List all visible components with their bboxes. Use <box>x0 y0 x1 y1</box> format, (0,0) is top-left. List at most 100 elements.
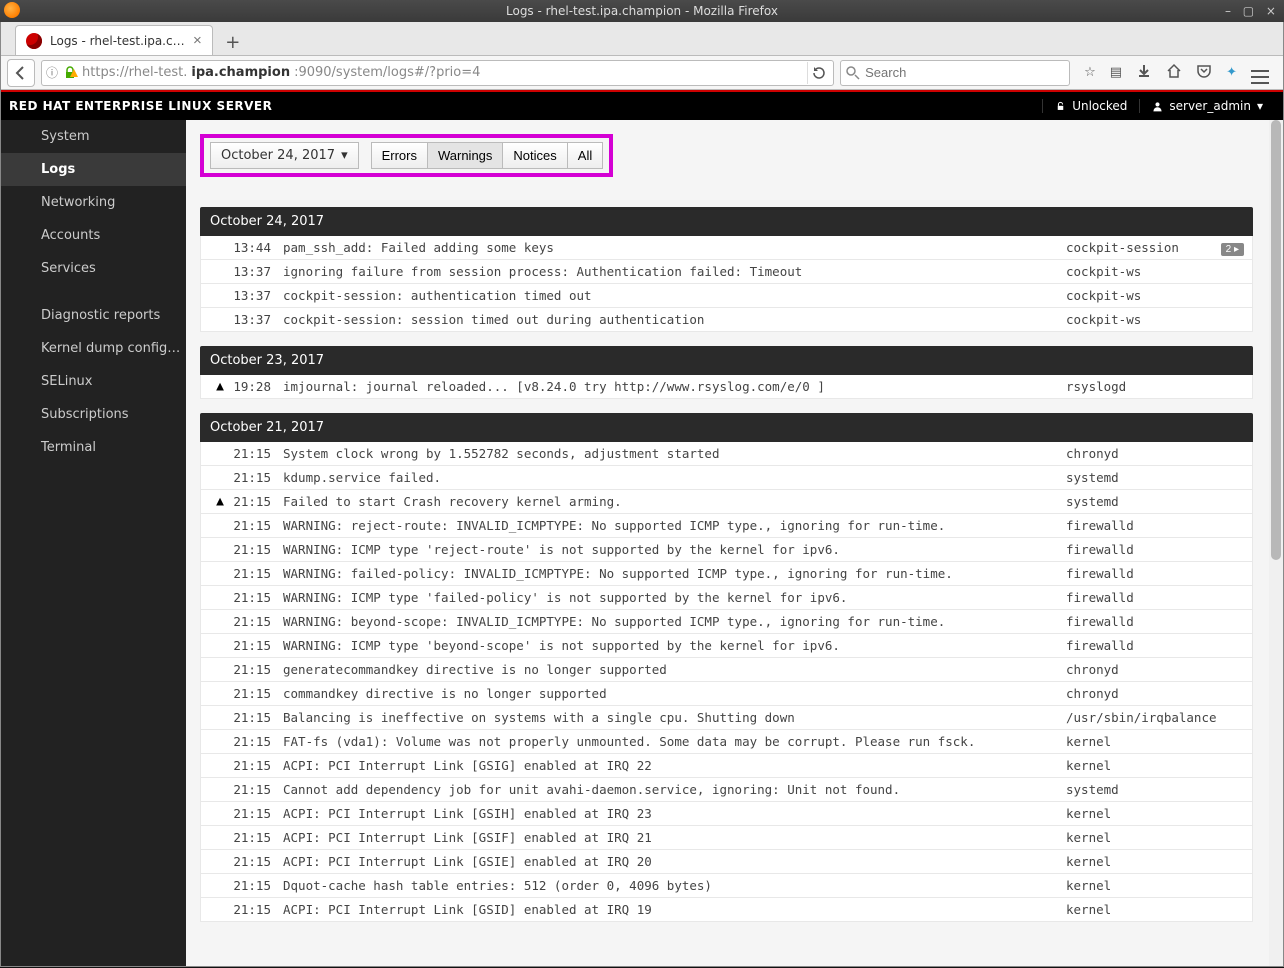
sidebar-item-services[interactable]: Services <box>1 252 186 285</box>
log-time: 21:15 <box>231 878 279 893</box>
downloads-icon[interactable] <box>1136 63 1152 83</box>
log-row[interactable]: 21:15System clock wrong by 1.552782 seco… <box>200 442 1253 466</box>
log-row[interactable]: ▲19:28imjournal: journal reloaded... [v8… <box>200 375 1253 399</box>
filter-notices-button[interactable]: Notices <box>502 143 566 168</box>
filter-all-button[interactable]: All <box>567 143 602 168</box>
log-source: cockpit-session <box>1058 240 1208 255</box>
addon-icon[interactable]: ✦ <box>1226 65 1237 80</box>
log-time: 21:15 <box>231 686 279 701</box>
log-row[interactable]: 21:15generatecommandkey directive is no … <box>200 658 1253 682</box>
sidebar: SystemLogsNetworkingAccountsServices Diag… <box>1 120 186 966</box>
log-row[interactable]: 13:44pam_ssh_add: Failed adding some key… <box>200 236 1253 260</box>
log-message: cockpit-session: session timed out durin… <box>279 312 1058 327</box>
sidebar-item-terminal[interactable]: Terminal <box>1 431 186 464</box>
sidebar-item-networking[interactable]: Networking <box>1 186 186 219</box>
log-message: Balancing is ineffective on systems with… <box>279 710 1058 725</box>
log-row[interactable]: 21:15ACPI: PCI Interrupt Link [GSIH] ena… <box>200 802 1253 826</box>
sidebar-item-selinux[interactable]: SELinux <box>1 365 186 398</box>
reload-icon <box>811 65 827 81</box>
reload-button[interactable] <box>807 62 829 84</box>
log-time: 21:15 <box>231 806 279 821</box>
log-time: 21:15 <box>231 830 279 845</box>
os-window-controls[interactable]: – ▢ × <box>1225 0 1280 22</box>
log-row[interactable]: 21:15WARNING: failed-policy: INVALID_ICM… <box>200 562 1253 586</box>
log-source: firewalld <box>1058 542 1208 557</box>
log-row[interactable]: ▲21:15Failed to start Crash recovery ker… <box>200 490 1253 514</box>
log-row[interactable]: 21:15ACPI: PCI Interrupt Link [GSIE] ena… <box>200 850 1253 874</box>
tab-title: Logs - rhel-test.ipa.cha <box>50 34 185 48</box>
browser-search[interactable] <box>840 60 1070 86</box>
log-row[interactable]: 21:15WARNING: beyond-scope: INVALID_ICMP… <box>200 610 1253 634</box>
log-day-header: October 21, 2017 <box>200 413 1253 442</box>
log-row[interactable]: 21:15ACPI: PCI Interrupt Link [GSIG] ena… <box>200 754 1253 778</box>
user-icon <box>1152 101 1163 112</box>
home-icon[interactable] <box>1166 63 1182 83</box>
privilege-lock[interactable]: Unlocked <box>1042 99 1139 113</box>
log-time: 21:15 <box>231 542 279 557</box>
log-row[interactable]: 21:15commandkey directive is no longer s… <box>200 682 1253 706</box>
url-scheme: https://rhel-test. <box>82 65 187 80</box>
warning-icon: ▲ <box>209 379 231 394</box>
log-row[interactable]: 21:15WARNING: ICMP type 'beyond-scope' i… <box>200 634 1253 658</box>
scrollbar[interactable] <box>1269 120 1283 966</box>
bookmark-star-icon[interactable]: ☆ <box>1084 65 1096 80</box>
log-message: Failed to start Crash recovery kernel ar… <box>279 494 1058 509</box>
tab-close-icon[interactable]: × <box>193 32 202 49</box>
log-time: 21:15 <box>231 566 279 581</box>
log-message: WARNING: reject-route: INVALID_ICMPTYPE:… <box>279 518 1058 533</box>
date-dropdown-label: October 24, 2017 <box>221 148 335 163</box>
log-source: kernel <box>1058 806 1208 821</box>
filter-warnings-button[interactable]: Warnings <box>427 143 502 168</box>
caret-down-icon: ▾ <box>1257 99 1263 113</box>
log-row[interactable]: 13:37ignoring failure from session proce… <box>200 260 1253 284</box>
new-tab-button[interactable]: + <box>219 29 247 55</box>
sidebar-item-accounts[interactable]: Accounts <box>1 219 186 252</box>
scrollbar-thumb[interactable] <box>1271 120 1281 560</box>
filter-errors-button[interactable]: Errors <box>372 143 427 168</box>
url-path: :9090/system/logs#/?prio=4 <box>294 65 480 80</box>
log-row[interactable]: 21:15Dquot-cache hash table entries: 512… <box>200 874 1253 898</box>
url-input-hidden[interactable] <box>484 65 803 80</box>
cockpit-header: RED HAT ENTERPRISE LINUX SERVER Unlocked… <box>1 90 1283 120</box>
log-row[interactable]: 21:15ACPI: PCI Interrupt Link [GSIF] ena… <box>200 826 1253 850</box>
log-row[interactable]: 21:15WARNING: ICMP type 'failed-policy' … <box>200 586 1253 610</box>
log-source: rsyslogd <box>1058 379 1208 394</box>
log-row[interactable]: 13:37cockpit-session: authentication tim… <box>200 284 1253 308</box>
firefox-app-icon <box>4 2 20 18</box>
log-time: 21:15 <box>231 446 279 461</box>
log-time: 21:15 <box>231 590 279 605</box>
menu-button[interactable] <box>1251 61 1269 84</box>
content-area: October 24, 2017 ▾ ErrorsWarningsNotices… <box>186 120 1283 966</box>
back-button[interactable] <box>7 59 35 87</box>
browser-tab-active[interactable]: Logs - rhel-test.ipa.cha × <box>15 25 213 55</box>
user-menu[interactable]: server_admin ▾ <box>1139 99 1275 113</box>
pocket-icon[interactable] <box>1196 63 1212 83</box>
log-row[interactable]: 21:15WARNING: ICMP type 'reject-route' i… <box>200 538 1253 562</box>
log-row[interactable]: 21:15WARNING: reject-route: INVALID_ICMP… <box>200 514 1253 538</box>
url-bar[interactable]: ⓘ https://rhel-test.ipa.champion:9090/sy… <box>41 60 834 86</box>
log-time: 21:15 <box>231 662 279 677</box>
log-source: chronyd <box>1058 686 1208 701</box>
log-row[interactable]: 13:37cockpit-session: session timed out … <box>200 308 1253 332</box>
identity-block[interactable]: ⓘ <box>46 64 78 81</box>
log-source: systemd <box>1058 470 1208 485</box>
log-source: /usr/sbin/irqbalance <box>1058 710 1208 725</box>
log-row[interactable]: 21:15ACPI: PCI Interrupt Link [GSID] ena… <box>200 898 1253 922</box>
log-row[interactable]: 21:15Cannot add dependency job for unit … <box>200 778 1253 802</box>
sidebar-item-logs[interactable]: Logs <box>1 153 186 186</box>
log-row[interactable]: 21:15Balancing is ineffective on systems… <box>200 706 1253 730</box>
date-dropdown[interactable]: October 24, 2017 ▾ <box>210 142 359 169</box>
sidebar-item-kernel-dump-configura-[interactable]: Kernel dump configura… <box>1 332 186 365</box>
log-time: 21:15 <box>231 638 279 653</box>
log-time: 13:44 <box>231 240 279 255</box>
sidebar-item-diagnostic-reports[interactable]: Diagnostic reports <box>1 299 186 332</box>
search-input[interactable] <box>865 65 1065 80</box>
log-time: 21:15 <box>231 614 279 629</box>
sidebar-item-subscriptions[interactable]: Subscriptions <box>1 398 186 431</box>
hamburger-icon <box>1251 70 1269 84</box>
log-row[interactable]: 21:15kdump.service failed.systemd <box>200 466 1253 490</box>
log-row[interactable]: 21:15FAT-fs (vda1): Volume was not prope… <box>200 730 1253 754</box>
sidebar-item-system[interactable]: System <box>1 120 186 153</box>
clipboard-icon[interactable]: ▤ <box>1110 65 1122 80</box>
log-time: 13:37 <box>231 312 279 327</box>
